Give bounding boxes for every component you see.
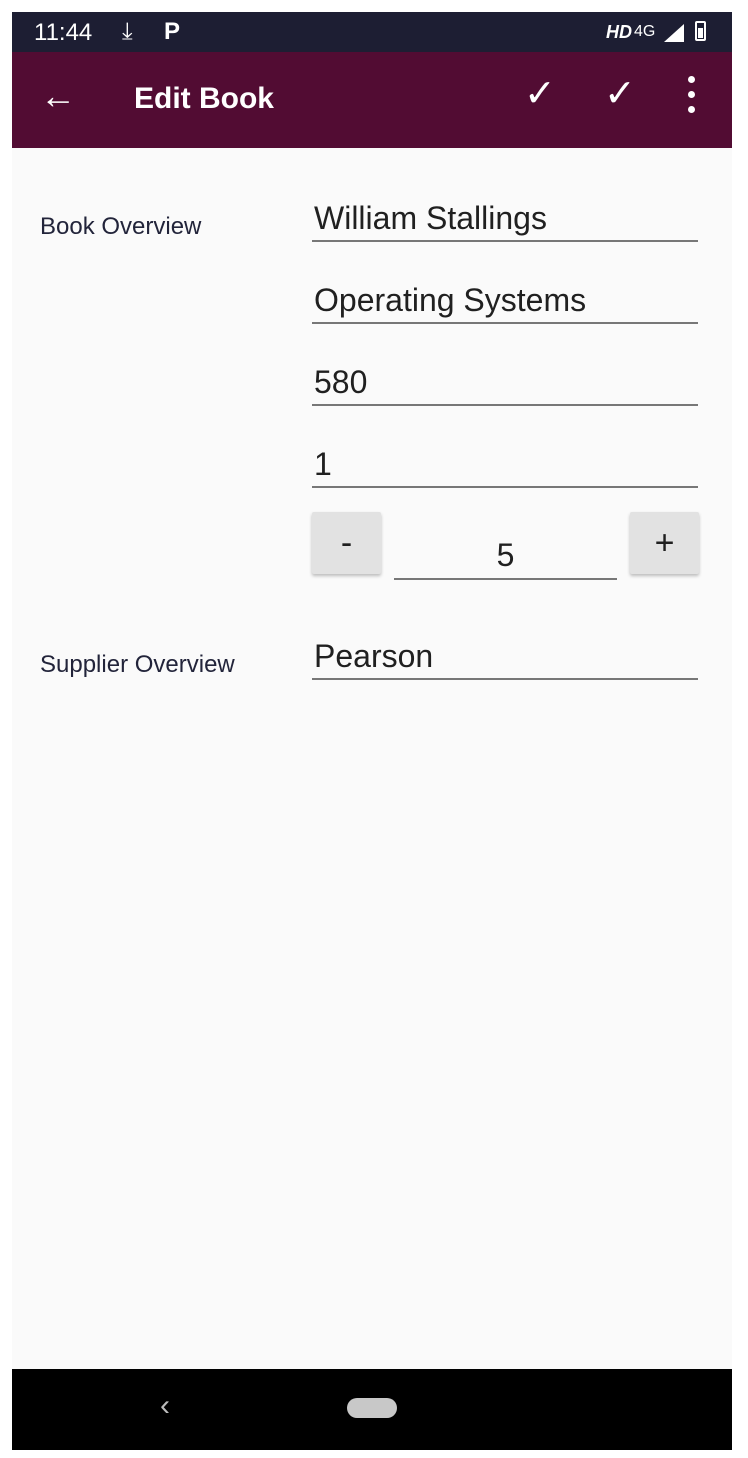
decrement-button[interactable]: - bbox=[312, 512, 381, 574]
supplier-field[interactable] bbox=[312, 634, 698, 680]
network-type: 4G bbox=[634, 23, 656, 40]
status-time: 11:44 bbox=[34, 19, 93, 46]
back-arrow-icon[interactable]: ← bbox=[40, 78, 76, 114]
author-field[interactable] bbox=[312, 196, 698, 242]
book-overview-label: Book Overview bbox=[40, 213, 202, 240]
hd-indicator: HD bbox=[606, 22, 632, 42]
supplier-overview-label: Supplier Overview bbox=[40, 651, 235, 678]
status-bar: 11:44 ⤓ P HD 4G bbox=[12, 12, 732, 52]
page-title: Edit Book bbox=[134, 82, 274, 115]
p-icon: P bbox=[164, 18, 181, 45]
battery-charging-icon bbox=[695, 21, 706, 41]
title-field[interactable] bbox=[312, 278, 698, 324]
increment-button[interactable]: + bbox=[630, 512, 699, 574]
check-icon[interactable]: ✓ bbox=[524, 74, 556, 114]
navigation-bar: ‹ bbox=[12, 1369, 732, 1450]
signal-icon bbox=[664, 24, 684, 42]
overflow-menu-icon[interactable] bbox=[682, 72, 702, 120]
download-icon: ⤓ bbox=[122, 18, 133, 45]
check-icon[interactable]: ✓ bbox=[604, 74, 636, 114]
device-screen: 11:44 ⤓ P HD 4G ← Edit Book ✓ ✓ Book Ove… bbox=[12, 12, 732, 1450]
nav-home-pill-icon[interactable] bbox=[347, 1398, 397, 1418]
quantity-field[interactable] bbox=[394, 532, 617, 580]
nav-back-icon[interactable]: ‹ bbox=[160, 1389, 170, 1423]
book-field-4[interactable] bbox=[312, 442, 698, 488]
price-field[interactable] bbox=[312, 360, 698, 406]
app-bar: ← Edit Book ✓ ✓ bbox=[12, 52, 732, 148]
